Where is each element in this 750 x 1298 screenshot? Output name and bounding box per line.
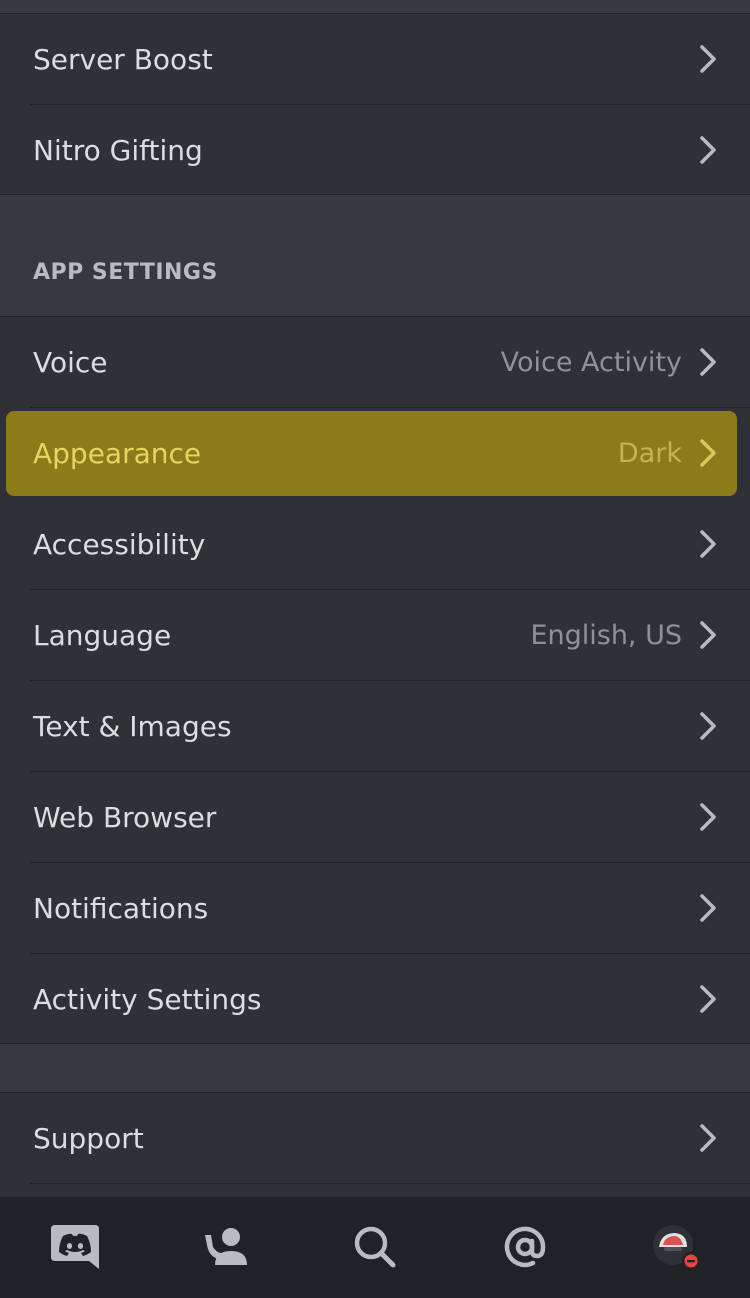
avatar-icon[interactable]	[647, 1219, 703, 1275]
chevron-right-icon	[700, 985, 716, 1013]
row-label: Server Boost	[33, 43, 213, 76]
nitro-gifting-row[interactable]: Nitro Gifting	[0, 105, 750, 196]
row-label: Notifications	[33, 892, 209, 925]
row-label: Web Browser	[33, 801, 217, 834]
row-value: Voice Activity	[500, 347, 682, 378]
row-label: Nitro Gifting	[33, 134, 203, 167]
row-label: Accessibility	[33, 528, 206, 561]
chevron-right-icon	[700, 803, 716, 831]
language-row[interactable]: Language English, US	[0, 590, 750, 681]
chevron-right-icon	[700, 712, 716, 740]
chevron-right-icon	[700, 1124, 716, 1152]
row-divider	[30, 1183, 750, 1184]
chevron-right-icon	[700, 348, 716, 376]
support-row[interactable]: Support	[0, 1093, 750, 1184]
chevron-right-icon	[700, 439, 716, 467]
search-icon[interactable]	[347, 1219, 403, 1275]
row-label: Support	[33, 1122, 144, 1155]
accessibility-row[interactable]: Accessibility	[0, 499, 750, 590]
chevron-right-icon	[700, 530, 716, 558]
mentions-icon[interactable]	[497, 1219, 553, 1275]
section-header-app-settings: APP SETTINGS	[33, 260, 218, 285]
activity-settings-row[interactable]: Activity Settings	[0, 954, 750, 1045]
discord-home-icon[interactable]	[47, 1219, 103, 1275]
row-value: Dark	[617, 438, 682, 469]
voice-row[interactable]: Voice Voice Activity	[0, 317, 750, 408]
chevron-right-icon	[700, 894, 716, 922]
row-label: Language	[33, 619, 172, 652]
notifications-row[interactable]: Notifications	[0, 863, 750, 954]
chevron-right-icon	[700, 45, 716, 73]
row-label: Voice	[33, 346, 108, 379]
chevron-right-icon	[700, 621, 716, 649]
support-group: Support	[0, 1092, 750, 1197]
friends-icon[interactable]	[197, 1219, 253, 1275]
web-browser-row[interactable]: Web Browser	[0, 772, 750, 863]
settings-screen: Server Boost Nitro Gifting APP SETTINGS …	[0, 0, 750, 1298]
row-value: English, US	[530, 620, 682, 651]
bottom-tab-bar	[0, 1197, 750, 1298]
row-label: Activity Settings	[33, 983, 262, 1016]
chevron-right-icon	[700, 136, 716, 164]
server-boost-row[interactable]: Server Boost	[0, 14, 750, 105]
appearance-row[interactable]: Appearance Dark	[0, 408, 750, 499]
top-settings-group: Server Boost Nitro Gifting	[0, 13, 750, 195]
app-settings-group: Voice Voice Activity Appearance Dark Acc…	[0, 316, 750, 1044]
row-label: Text & Images	[33, 710, 232, 743]
row-label: Appearance	[33, 437, 202, 470]
text-images-row[interactable]: Text & Images	[0, 681, 750, 772]
